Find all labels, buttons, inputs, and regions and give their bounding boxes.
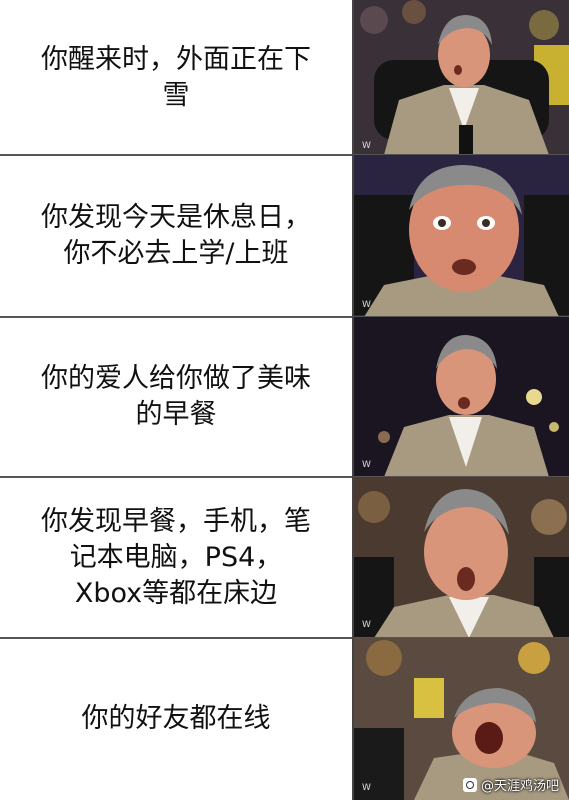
meme-panel-4: 你发现早餐，手机，笔 记本电脑，PS4， Xbox等都在床边 W: [0, 477, 569, 638]
meme-panel-5: 你的好友都在线 W @天涯鸡汤吧: [0, 638, 569, 800]
meme-panel-1: 你醒来时，外面正在下 雪 W: [0, 0, 569, 155]
panel-5-caption-line-1: 你的好友都在线: [81, 703, 271, 734]
panel-2-photo: W: [354, 155, 569, 317]
meme-image: 你醒来时，外面正在下 雪 W 你发现今天是休息日， 你不必去上学/上班 W 你的…: [0, 0, 569, 800]
svg-text:W: W: [362, 783, 371, 793]
panel-5-photo: W @天涯鸡汤吧: [354, 638, 569, 800]
panel-2-caption-line-2: 你不必去上学/上班: [63, 238, 289, 269]
svg-text:W: W: [362, 620, 371, 630]
weibo-icon: [462, 777, 477, 792]
panel-1-caption: 你醒来时，外面正在下 雪: [0, 0, 352, 155]
column-divider: [352, 0, 354, 800]
svg-text:W: W: [362, 460, 371, 470]
panel-1-caption-line-1: 你醒来时，外面正在下: [41, 43, 311, 75]
svg-text:W: W: [362, 300, 371, 310]
panel-4-caption: 你发现早餐，手机，笔 记本电脑，PS4， Xbox等都在床边: [0, 477, 352, 638]
panel-2-caption: 你发现今天是休息日， 你不必去上学/上班: [0, 155, 352, 317]
meme-panel-3: 你的爱人给你做了美味 的早餐 W: [0, 317, 569, 477]
panel-1-photo: W: [354, 0, 569, 155]
panel-1-caption-line-2: 雪: [162, 79, 190, 111]
panel-2-caption-line-1: 你发现今天是休息日，: [41, 202, 311, 233]
panel-4-caption-line-3: Xbox等都在床边: [74, 577, 278, 609]
panel-4-photo: W: [354, 477, 569, 638]
meme-panel-2: 你发现今天是休息日， 你不必去上学/上班 W: [0, 155, 569, 317]
panel-3-photo: W: [354, 317, 569, 477]
svg-text:W: W: [362, 141, 371, 151]
panel-4-caption-line-1: 你发现早餐，手机，笔: [41, 505, 311, 537]
panel-4-caption-line-2: 记本电脑，PS4，: [69, 541, 283, 573]
panel-3-caption: 你的爱人给你做了美味 的早餐: [0, 317, 352, 477]
panel-5-caption: 你的好友都在线: [0, 638, 352, 800]
watermark: @天涯鸡汤吧: [462, 775, 559, 794]
panel-3-caption-line-2: 的早餐: [135, 399, 217, 430]
watermark-text: @天涯鸡汤吧: [480, 779, 559, 794]
panel-3-caption-line-1: 你的爱人给你做了美味: [41, 363, 311, 394]
